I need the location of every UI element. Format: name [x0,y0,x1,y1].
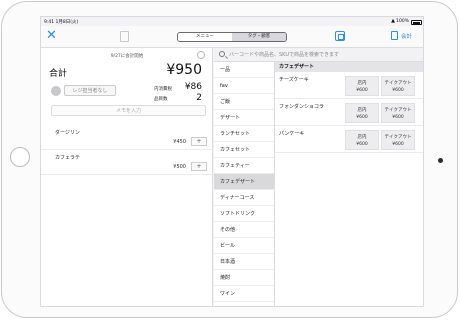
category-item[interactable]: その他 [214,222,274,238]
staff-button[interactable]: レジ担当者なし [64,85,116,96]
bag-icon [391,31,398,40]
close-icon[interactable]: ✕ [46,29,57,43]
product-name: チーズケーキ [279,77,309,83]
category-item[interactable]: 一品 [214,62,274,78]
option-label: 店内 [357,81,367,86]
plus-button[interactable]: + [191,162,207,171]
search-input[interactable]: バーコードや商品名、SKUで商品を検索できます [229,51,339,58]
total-value: ¥950 [166,62,202,78]
takeout-option[interactable]: テイクアウト ¥600 [381,130,415,150]
memo-input[interactable]: メモを入力 [51,105,206,116]
product-category-header: カフェデザート [275,62,423,72]
category-item[interactable]: ワイン [214,286,274,302]
category-item-selected[interactable]: カフェデザート [214,174,274,190]
option-price: ¥600 [392,115,404,120]
product-row: フォンダンショコラ 店内 ¥600 テイクアウト ¥600 [275,99,423,126]
dine-in-option[interactable]: 店内 ¥600 [345,130,379,150]
category-list: 一品 fav ご飯 デザート ランチセット カフェセット カフェティー カフェデ… [214,62,275,306]
category-item[interactable]: fav [214,78,274,94]
segment-control: メニュー タグ・顧客 [177,32,287,42]
tax-value: ¥86 [184,82,202,92]
checkout-button[interactable]: 会計 [391,31,412,40]
order-item[interactable]: ダージリン ¥450 + [41,125,213,150]
takeout-option[interactable]: テイクアウト ¥600 [381,76,415,96]
category-item[interactable]: ディナーコース [214,190,274,206]
scan-icon[interactable] [335,31,345,41]
tab-menu[interactable]: メニュー [178,33,232,41]
item-count-label: 品目数 [154,97,168,102]
product-panel: カフェデザート チーズケーキ 店内 ¥600 テイクアウト ¥600 フォンダン… [275,62,423,306]
order-item-price: ¥450 [173,139,186,145]
category-item[interactable]: カフェセット [214,142,274,158]
category-item[interactable]: ご飯 [214,94,274,110]
option-price: ¥600 [392,88,404,93]
category-item[interactable]: 焼酎 [214,270,274,286]
category-item[interactable]: 日本酒 [214,254,274,270]
item-count-value: 2 [196,93,202,103]
order-item-name: カフェラテ [55,155,81,161]
option-price: ¥600 [356,115,368,120]
option-price: ¥600 [356,88,368,93]
avatar [51,86,61,96]
wifi-icon: ▲ [391,18,395,24]
trash-icon[interactable] [120,31,129,42]
option-label: テイクアウト [384,81,412,86]
status-time: 9:41 1月8日(火) [44,20,79,25]
order-item-name: ダージリン [55,130,80,136]
option-label: 店内 [357,135,367,140]
takeout-option[interactable]: テイクアウト ¥600 [381,103,415,123]
total-label: 合計 [49,69,68,79]
option-label: テイクアウト [384,108,412,113]
category-item[interactable]: ランチセット [214,126,274,142]
home-button[interactable] [10,147,30,167]
category-item[interactable]: ビール [214,238,274,254]
circle-icon[interactable] [197,51,205,59]
product-row: パンケーキ 店内 ¥600 テイクアウト ¥600 [275,126,423,153]
search-icon [219,51,225,57]
checkout-start-label: 9/27に会計開始 [110,54,144,59]
search-bar[interactable]: バーコードや商品名、SKUで商品を検索できます [214,48,423,62]
order-item-price: ¥500 [173,164,186,170]
plus-button[interactable]: + [191,137,207,146]
tab-tags-customers[interactable]: タグ・顧客 [232,33,286,41]
category-item[interactable]: カフェティー [214,158,274,174]
status-bar: 9:41 1月8日(火) ▲ 100% [41,17,423,26]
tax-label: 内消費税 [154,87,172,92]
option-label: 店内 [357,108,367,113]
category-item[interactable]: ソフトドリンク [214,206,274,222]
option-price: ¥600 [356,142,368,147]
battery-percent: 100% [396,19,409,24]
product-name: パンケーキ [279,131,305,137]
ipad-frame: 9:41 1月8日(火) ▲ 100% ✕ メニュー タグ・顧客 会計 9/27… [1,1,458,318]
checkout-label: 会計 [401,33,413,40]
order-item[interactable]: カフェラテ ¥500 + [41,150,213,175]
order-items: ダージリン ¥450 + カフェラテ ¥500 + [41,125,213,175]
option-price: ¥600 [392,142,404,147]
screen: 9:41 1月8日(火) ▲ 100% ✕ メニュー タグ・顧客 会計 9/27… [40,16,424,307]
front-camera [438,158,443,163]
battery-icon [411,19,422,25]
top-nav: ✕ メニュー タグ・顧客 会計 [41,26,423,48]
product-row: チーズケーキ 店内 ¥600 テイクアウト ¥600 [275,72,423,99]
dine-in-option[interactable]: 店内 ¥600 [345,76,379,96]
category-item[interactable]: デザート [214,110,274,126]
order-panel: 9/27に会計開始 合計 ¥950 レジ担当者なし 内消費税 ¥86 品目数 2… [41,48,213,306]
option-label: テイクアウト [384,135,412,140]
product-name: フォンダンショコラ [279,104,325,110]
dine-in-option[interactable]: 店内 ¥600 [345,103,379,123]
